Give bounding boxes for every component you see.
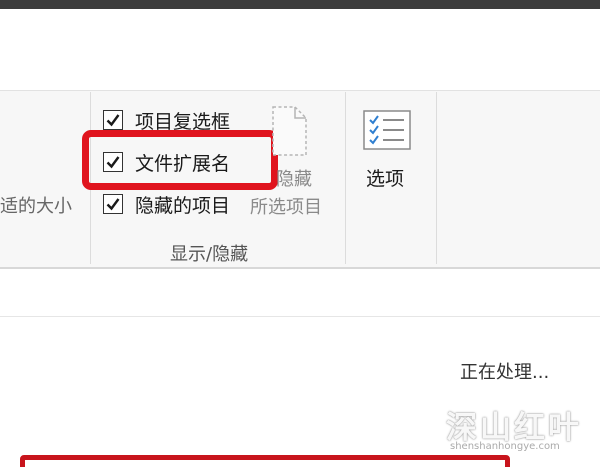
ribbon-group-separator — [436, 92, 437, 264]
checkmark-icon — [106, 198, 120, 211]
checkmark-icon — [106, 114, 120, 127]
hide-selected-label-line2[interactable]: 所选项目 — [250, 193, 322, 219]
size-all-columns-label[interactable]: 适的大小 — [0, 192, 72, 218]
ribbon-bottom-border — [0, 267, 600, 269]
content-divider — [0, 316, 600, 317]
checkbox[interactable] — [103, 110, 123, 130]
options-button[interactable]: 选项 — [366, 164, 404, 191]
checkbox-label: 隐藏的项目 — [135, 194, 231, 217]
title-area — [0, 9, 600, 90]
hide-selected-label-line1[interactable]: 隐藏 — [276, 165, 312, 191]
show-hide-group-label: 显示/隐藏 — [170, 244, 249, 265]
bottom-highlight-box — [20, 455, 510, 467]
window-top-band — [0, 0, 600, 9]
document-hide-icon — [269, 105, 309, 161]
status-text: 正在处理... — [460, 362, 550, 383]
options-list-icon[interactable] — [363, 110, 411, 154]
watermark-url: shenshanhongye.com — [450, 441, 560, 452]
ribbon-group-separator — [345, 92, 346, 264]
highlight-annotation-box — [82, 130, 278, 190]
checkbox-hidden-items[interactable]: 隐藏的项目 — [103, 191, 230, 217]
checkbox[interactable] — [103, 194, 123, 214]
